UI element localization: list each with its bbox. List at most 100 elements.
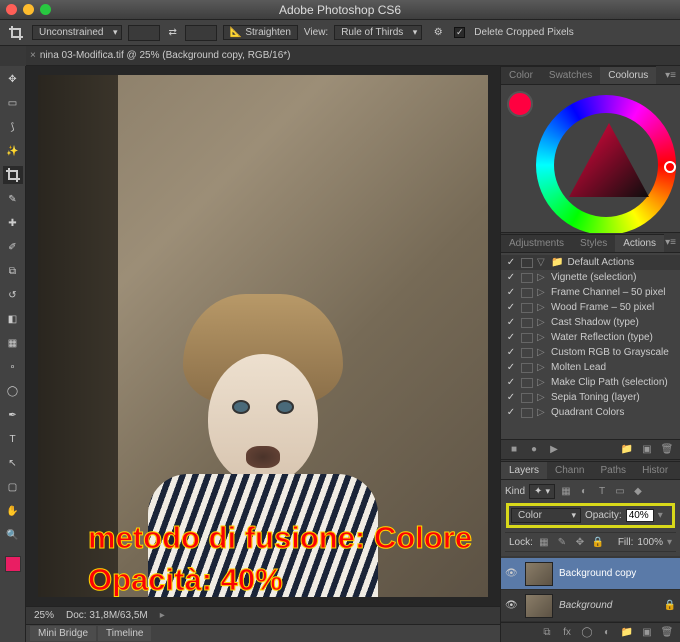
tab-history[interactable]: Histor (634, 461, 676, 479)
current-color-indicator[interactable] (507, 91, 533, 117)
type-tool[interactable]: T (3, 430, 23, 448)
tab-layers[interactable]: Layers (501, 461, 547, 479)
mini-bridge-tab[interactable]: Mini Bridge (30, 626, 96, 641)
action-item[interactable]: ✓▷Water Reflection (type) (501, 330, 680, 345)
crop-width-input[interactable] (128, 25, 160, 41)
lock-all-icon[interactable]: 🔒 (591, 535, 605, 549)
action-item[interactable]: ✓▷Vignette (selection) (501, 270, 680, 285)
action-item[interactable]: ✓▷Sepia Toning (layer) (501, 390, 680, 405)
document-tab-title[interactable]: nina 03-Modifica.tif @ 25% (Background c… (40, 50, 291, 61)
fill-value[interactable]: 100% (637, 537, 663, 548)
minimize-window-button[interactable] (23, 4, 34, 15)
blur-tool[interactable]: ∘ (3, 358, 23, 376)
shape-tool[interactable]: ▢ (3, 478, 23, 496)
gradient-tool[interactable]: ▦ (3, 334, 23, 352)
canvas-viewport[interactable]: metodo di fusione: Colore Opacità: 40% (26, 66, 500, 606)
delete-layer-icon[interactable]: 🗑 (660, 626, 674, 640)
tab-channels[interactable]: Chann (547, 461, 592, 479)
close-window-button[interactable] (6, 4, 17, 15)
new-action-icon[interactable]: ▣ (640, 443, 654, 457)
panel-menu-icon[interactable]: ▾≡ (665, 237, 676, 248)
crop-overlay-select[interactable]: Rule of Thirds (334, 25, 422, 40)
trash-icon[interactable]: 🗑 (660, 443, 674, 457)
filter-type-icon[interactable]: T (595, 485, 609, 499)
layer-thumbnail[interactable] (525, 562, 553, 586)
visibility-icon[interactable]: 👁 (505, 600, 519, 611)
hue-marker[interactable] (664, 161, 676, 173)
timeline-tab[interactable]: Timeline (98, 626, 151, 641)
stop-icon[interactable]: ■ (507, 443, 521, 457)
zoom-level-display[interactable]: 25% (34, 610, 54, 621)
foreground-color-swatch[interactable] (5, 556, 21, 572)
document-size-display[interactable]: Doc: 31,8M/63,5M (66, 610, 148, 621)
layer-filter-select[interactable]: ✦ (529, 484, 555, 499)
move-tool[interactable]: ✥ (3, 70, 23, 88)
layer-thumbnail[interactable] (525, 594, 553, 618)
healing-brush-tool[interactable]: ✚ (3, 214, 23, 232)
lock-transparency-icon[interactable]: ▦ (537, 535, 551, 549)
layer-name[interactable]: Background copy (559, 568, 676, 579)
aspect-ratio-select[interactable]: Unconstrained (32, 25, 122, 40)
action-item[interactable]: ✓▷Custom RGB to Grayscale (501, 345, 680, 360)
crop-height-input[interactable] (185, 25, 217, 41)
visibility-icon[interactable]: 👁 (505, 568, 519, 579)
zoom-tool[interactable]: 🔍 (3, 526, 23, 544)
action-item[interactable]: ✓▷Cast Shadow (type) (501, 315, 680, 330)
brush-tool[interactable]: ✐ (3, 238, 23, 256)
tab-color[interactable]: Color (501, 66, 541, 84)
new-group-icon[interactable]: 📁 (620, 626, 634, 640)
action-item[interactable]: ✓▷Make Clip Path (selection) (501, 375, 680, 390)
filter-shape-icon[interactable]: ▭ (613, 485, 627, 499)
lasso-tool[interactable]: ⟆ (3, 118, 23, 136)
tab-properties[interactable]: Prope (676, 461, 680, 479)
crop-settings-icon[interactable]: ⚙ (428, 24, 448, 42)
pen-tool[interactable]: ✒ (3, 406, 23, 424)
swap-dimensions-button[interactable]: ⇄ (166, 27, 178, 38)
delete-cropped-checkbox[interactable] (454, 27, 465, 38)
action-item[interactable]: ✓▷Frame Channel – 50 pixel (501, 285, 680, 300)
straighten-button[interactable]: 📐 Straighten (223, 25, 298, 40)
action-item[interactable]: ✓▷Quadrant Colors (501, 405, 680, 420)
blend-mode-select[interactable]: Color (511, 508, 581, 523)
action-item[interactable]: ✓▷Wood Frame – 50 pixel (501, 300, 680, 315)
tab-adjustments[interactable]: Adjustments (501, 234, 572, 252)
tab-swatches[interactable]: Swatches (541, 66, 600, 84)
history-brush-tool[interactable]: ↺ (3, 286, 23, 304)
hand-tool[interactable]: ✋ (3, 502, 23, 520)
new-layer-icon[interactable]: ▣ (640, 626, 654, 640)
magic-wand-tool[interactable]: ✨ (3, 142, 23, 160)
opacity-input[interactable] (626, 509, 654, 522)
layer-mask-icon[interactable]: ◯ (580, 626, 594, 640)
filter-smart-icon[interactable]: ◆ (631, 485, 645, 499)
eraser-tool[interactable]: ◧ (3, 310, 23, 328)
tab-paths[interactable]: Paths (592, 461, 634, 479)
color-wheel-panel[interactable] (501, 85, 680, 232)
record-icon[interactable]: ● (527, 443, 541, 457)
tab-styles[interactable]: Styles (572, 234, 615, 252)
layer-name[interactable]: Background (559, 600, 658, 611)
document-close-button[interactable]: × (30, 50, 36, 61)
play-icon[interactable]: ▶ (547, 443, 561, 457)
maximize-window-button[interactable] (40, 4, 51, 15)
lock-pixels-icon[interactable]: ✎ (555, 535, 569, 549)
layer-row[interactable]: 👁 Background copy (501, 558, 680, 590)
actions-folder[interactable]: ✓▽ 📁 Default Actions (501, 255, 680, 270)
layer-row[interactable]: 👁 Background 🔒 (501, 590, 680, 622)
adjustment-layer-icon[interactable]: ◐ (600, 626, 614, 640)
tab-actions[interactable]: Actions (615, 234, 664, 252)
path-selection-tool[interactable]: ↖ (3, 454, 23, 472)
tab-coolorus[interactable]: Coolorus (600, 66, 656, 84)
link-layers-icon[interactable]: ⧉ (540, 626, 554, 640)
lock-position-icon[interactable]: ✥ (573, 535, 587, 549)
dodge-tool[interactable]: ◯ (3, 382, 23, 400)
panel-menu-icon[interactable]: ▾≡ (665, 70, 676, 81)
crop-tool[interactable] (3, 166, 23, 184)
action-item[interactable]: ✓▷Molten Lead (501, 360, 680, 375)
clone-stamp-tool[interactable]: ⧉ (3, 262, 23, 280)
filter-image-icon[interactable]: ▦ (559, 485, 573, 499)
marquee-tool[interactable]: ▭ (3, 94, 23, 112)
layer-style-icon[interactable]: fx (560, 626, 574, 640)
new-folder-icon[interactable]: 📁 (620, 443, 634, 457)
filter-adjust-icon[interactable]: ◐ (577, 485, 591, 499)
eyedropper-tool[interactable]: ✎ (3, 190, 23, 208)
